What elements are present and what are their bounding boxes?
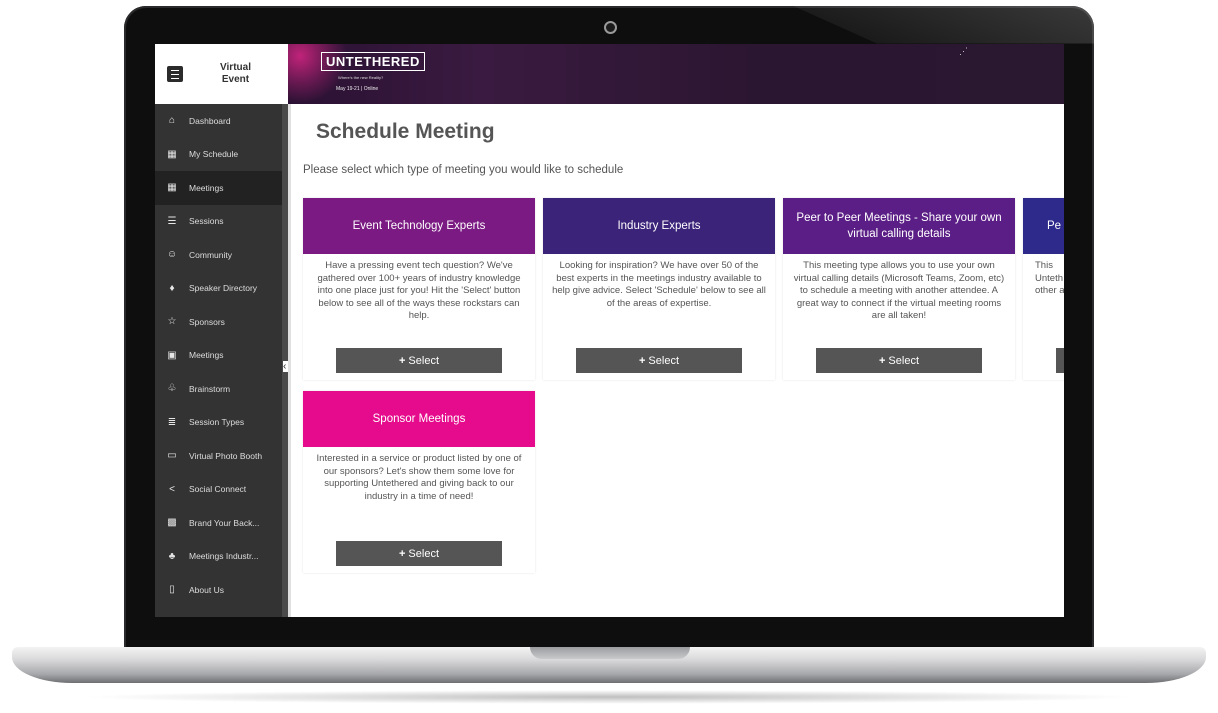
card-description: Have a pressing event tech question? We'… (317, 260, 521, 321)
share-icon[interactable]: ⋰ (959, 46, 968, 57)
star-icon: ☆ (167, 316, 177, 328)
main-content: Schedule Meeting Please select which typ… (288, 104, 1064, 617)
list-ordered-icon: ≣ (167, 416, 177, 428)
screen: Virtual Event UNTETHERED Where's the new… (155, 44, 1064, 617)
select-button-label: Select (648, 354, 679, 367)
sidebar-item-label: My Schedule (189, 149, 239, 160)
card-description: This Unteth other a (1035, 260, 1064, 296)
select-button[interactable]: + Select (336, 541, 502, 566)
sitemap-icon: ♧ (167, 383, 177, 395)
menu-icon[interactable] (167, 66, 183, 82)
camera-icon (604, 21, 617, 34)
sidebar-item-virtual-photo-booth[interactable]: ▭ Virtual Photo Booth (155, 439, 282, 473)
sidebar-item-session-types[interactable]: ≣ Session Types (155, 406, 282, 440)
card-description: This meeting type allows you to use your… (793, 260, 1005, 321)
book-icon: ▯ (169, 584, 175, 596)
sidebar-item-label: Meetings (189, 350, 224, 361)
plus-icon: + (398, 354, 406, 367)
hands-icon: ♣ (168, 550, 176, 562)
plus-icon: + (398, 547, 406, 560)
sidebar-item-about-us[interactable]: ▯ About Us (155, 573, 282, 607)
sidebar-item-label: Brainstorm (189, 383, 231, 394)
card-title: Industry Experts (543, 198, 775, 254)
sidebar-item-meetings[interactable]: ▣ Meetings (155, 339, 282, 373)
sidebar-item-label: Meetings (189, 182, 224, 193)
microphone-icon: ♦ (169, 282, 175, 294)
sidebar-item-label: Sponsors (189, 316, 225, 327)
sidebar: ⌂ Dashboard ▦ My Schedule ▦ Meetings ☰ Sessions… (155, 104, 282, 617)
meeting-type-card: Industry Experts Looking for inspiration?… (543, 198, 775, 380)
users-icon: ☺ (166, 249, 178, 261)
event-banner: UNTETHERED Where's the new Reality? May … (288, 44, 1064, 104)
page-title: Schedule Meeting (316, 120, 495, 143)
sidebar-item-label: Virtual Photo Booth (189, 450, 263, 461)
sidebar-item-label: Community (189, 249, 232, 260)
intro-text: Please select which type of meeting you … (303, 164, 624, 176)
sidebar-item-label: Speaker Directory (189, 283, 258, 294)
brand-header: Virtual Event (155, 44, 288, 104)
event-logo: UNTETHERED (321, 52, 425, 71)
sidebar-item-dashboard[interactable]: ⌂ Dashboard (155, 104, 282, 138)
select-button-label: Select (408, 354, 439, 367)
event-date: May 19-21 | Online (336, 86, 379, 92)
card-title: Sponsor Meetings (303, 391, 535, 447)
card-title: Pe (1023, 198, 1064, 254)
sidebar-item-label: Sessions (189, 216, 224, 227)
sidebar-item-sessions[interactable]: ☰ Sessions (155, 205, 282, 239)
home-icon: ⌂ (168, 115, 176, 127)
calendar-plus-icon: ▣ (167, 349, 177, 361)
card-description: Looking for inspiration? We have over 50… (552, 260, 766, 309)
select-button[interactable]: + Select (576, 348, 742, 373)
sidebar-item-sponsors[interactable]: ☆ Sponsors (155, 305, 282, 339)
sidebar-item-brand-your-back[interactable]: ▩ Brand Your Back... (155, 506, 282, 540)
sidebar-item-meetings[interactable]: ▦ Meetings (155, 171, 282, 205)
sidebar-item-label: Session Types (189, 417, 245, 428)
meeting-type-card: Event Technology Experts Have a pressing … (303, 198, 535, 380)
sidebar-item-social-connect[interactable]: < Social Connect (155, 473, 282, 507)
sidebar-item-label: About Us (189, 584, 224, 595)
list-icon: ☰ (167, 215, 177, 227)
sidebar-item-brainstorm[interactable]: ♧ Brainstorm (155, 372, 282, 406)
image-icon: ▩ (167, 517, 177, 529)
calendar-icon: ▦ (167, 148, 177, 160)
select-button-label: Select (408, 547, 439, 560)
calendar-icon: ▦ (167, 182, 177, 194)
meeting-type-card: Peer to Peer Meetings - Share your own v… (783, 198, 1015, 380)
select-button[interactable]: + Select (816, 348, 982, 373)
photo-icon: ▭ (167, 450, 177, 462)
select-button[interactable] (1056, 348, 1064, 373)
select-button-label: Select (888, 354, 919, 367)
plus-icon: + (878, 354, 886, 367)
sidebar-item-speaker-directory[interactable]: ♦ Speaker Directory (155, 272, 282, 306)
meeting-type-card: Pe This Unteth other a (1023, 198, 1064, 380)
sidebar-item-label: Meetings Industr... (189, 551, 259, 562)
sidebar-item-my-schedule[interactable]: ▦ My Schedule (155, 138, 282, 172)
sidebar-item-community[interactable]: ☺ Community (155, 238, 282, 272)
sidebar-item-label: Social Connect (189, 484, 247, 495)
card-title: Peer to Peer Meetings - Share your own v… (783, 198, 1015, 254)
share-icon: < (169, 483, 175, 495)
select-button[interactable]: + Select (336, 348, 502, 373)
brand-title: Virtual Event (220, 62, 251, 85)
card-title: Event Technology Experts (303, 198, 535, 254)
sidebar-item-label: Dashboard (189, 115, 231, 126)
card-description: Interested in a service or product liste… (316, 453, 522, 502)
laptop-shadow (80, 690, 1140, 704)
sidebar-item-label: Brand Your Back... (189, 517, 260, 528)
meeting-type-card: Sponsor Meetings Interested in a service … (303, 391, 535, 573)
event-tagline: Where's the new Reality? (338, 75, 384, 80)
sidebar-item-meetings-industr[interactable]: ♣ Meetings Industr... (155, 540, 282, 574)
laptop-notch (530, 647, 690, 659)
plus-icon: + (638, 354, 646, 367)
